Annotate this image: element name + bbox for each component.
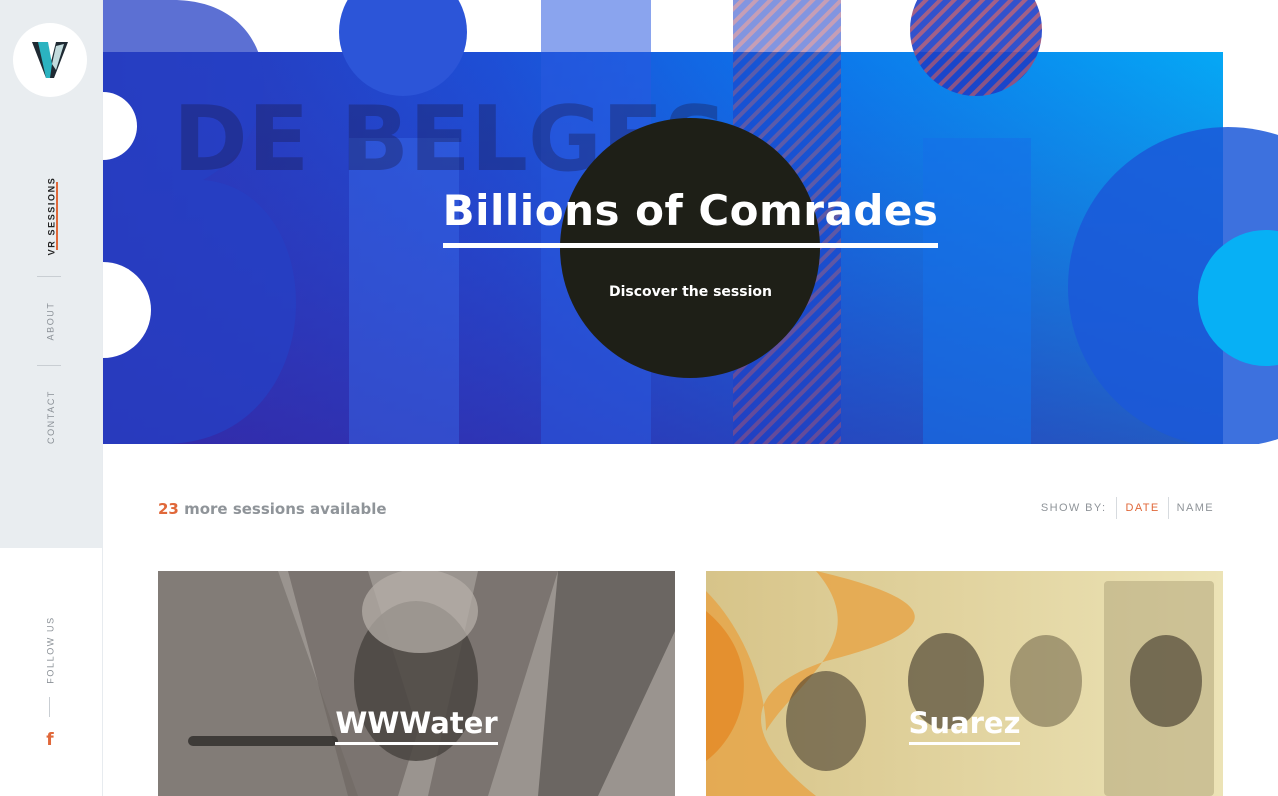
session-card-suarez[interactable]: Suarez — [706, 571, 1223, 796]
nav-vr-sessions[interactable]: VR Sessions — [0, 177, 102, 256]
hero-title[interactable]: Billions of Comrades — [442, 186, 939, 248]
sidebar: VR Sessions About Contact Follow us f — [0, 0, 103, 796]
nav-vr-sessions-label: VR Sessions — [46, 176, 56, 256]
session-title[interactable]: Suarez — [908, 706, 1021, 745]
nav-contact[interactable]: Contact — [0, 384, 102, 450]
nav-divider — [37, 365, 61, 366]
facebook-icon[interactable]: f — [43, 730, 57, 750]
session-thumbnail — [706, 571, 1223, 796]
sort-by-name[interactable]: Name — [1169, 502, 1222, 514]
hero-banner[interactable]: DE BELGES Billions of Comrades Discover … — [103, 0, 1278, 444]
follow-us: Follow us — [0, 614, 102, 686]
logo[interactable] — [13, 23, 87, 97]
session-card-wwwater[interactable]: WWWater — [158, 571, 675, 796]
nav-contact-label: Contact — [46, 389, 56, 445]
sessions-count: 23 more sessions available — [158, 500, 387, 518]
nav-active-indicator — [56, 182, 58, 250]
session-title[interactable]: WWWater — [335, 706, 498, 745]
nav-about[interactable]: About — [0, 296, 102, 346]
sort-by-date[interactable]: Date — [1117, 502, 1167, 514]
sessions-count-number: 23 — [158, 500, 179, 518]
follow-us-label: Follow us — [45, 616, 56, 684]
sessions-count-text: more sessions available — [178, 500, 387, 518]
nav-about-label: About — [45, 301, 56, 341]
follow-divider — [49, 697, 50, 717]
nav-divider — [37, 276, 61, 277]
session-thumbnail — [158, 571, 675, 796]
discover-session-link[interactable]: Discover the session — [103, 284, 1278, 300]
show-by-label: Show by: — [1040, 502, 1107, 514]
logo-v-icon — [32, 42, 68, 78]
sort-control: Show by: Date Name — [1041, 497, 1222, 519]
